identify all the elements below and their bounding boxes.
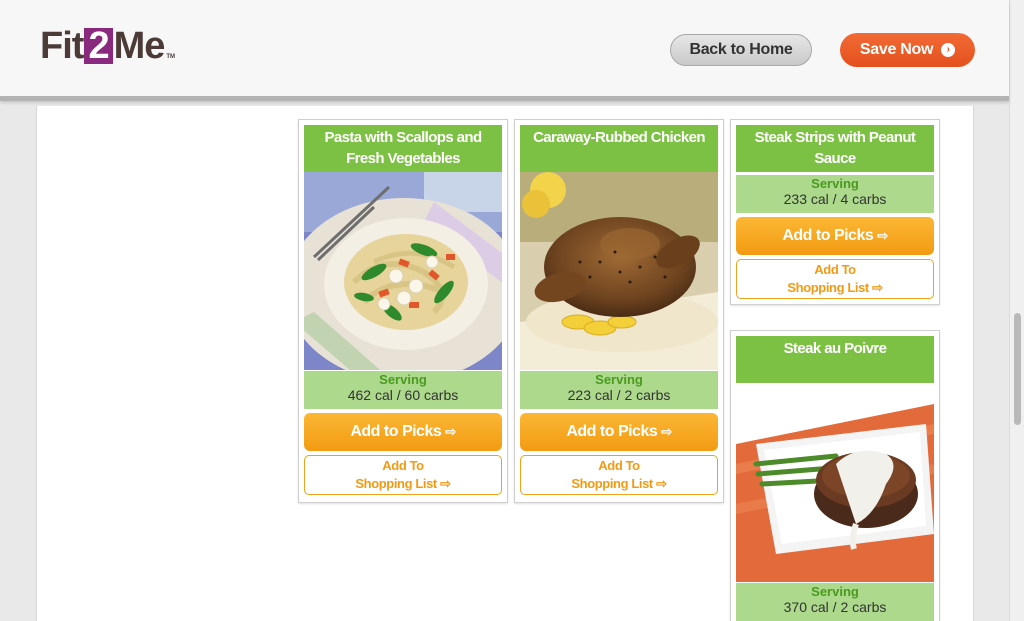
fit2me-logo[interactable]: Fit 2 Me TM bbox=[40, 24, 176, 67]
shopping-list-line2: Shopping List bbox=[355, 476, 437, 491]
logo-trademark: TM bbox=[166, 54, 176, 60]
add-to-picks-label: Add to Picks bbox=[566, 423, 658, 440]
add-to-picks-label: Add to Picks bbox=[782, 227, 874, 244]
serving-box: Serving 233 cal / 4 carbs bbox=[736, 175, 934, 213]
recipe-title[interactable]: Steak Strips with Peanut Sauce bbox=[736, 125, 934, 172]
add-to-shopping-list-button[interactable]: Add To Shopping List ⇨ bbox=[304, 455, 502, 495]
arrow-right-icon: ⇨ bbox=[661, 424, 672, 439]
add-to-shopping-list-button[interactable]: Add To Shopping List ⇨ bbox=[736, 259, 934, 299]
scrollbar-thumb[interactable] bbox=[1014, 313, 1021, 425]
recipe-title[interactable]: Steak au Poivre bbox=[736, 336, 934, 383]
save-now-button[interactable]: Save Now › bbox=[840, 33, 975, 67]
arrow-right-icon: ⇨ bbox=[445, 424, 456, 439]
serving-label: Serving bbox=[379, 372, 427, 387]
recipe-image[interactable] bbox=[304, 172, 502, 370]
chevron-right-circle-icon: › bbox=[941, 43, 956, 57]
serving-nutrition: 223 cal / 2 carbs bbox=[567, 387, 671, 403]
serving-label: Serving bbox=[811, 176, 859, 191]
serving-box: Serving 462 cal / 60 carbs bbox=[304, 371, 502, 409]
recipe-card: Steak Strips with Peanut Sauce Serving 2… bbox=[730, 119, 940, 305]
page-scrollbar[interactable] bbox=[1009, 0, 1024, 621]
roast-chicken-photo bbox=[520, 172, 718, 370]
site-header: Fit 2 Me TM Back to Home Save Now › bbox=[0, 0, 1009, 101]
arrow-right-icon: ⇨ bbox=[877, 228, 888, 243]
shopping-list-line1: Add To bbox=[382, 458, 424, 473]
recipe-image[interactable] bbox=[736, 384, 934, 582]
shopping-list-line1: Add To bbox=[814, 262, 856, 277]
back-to-home-label: Back to Home bbox=[689, 41, 793, 58]
add-to-picks-label: Add to Picks bbox=[350, 423, 442, 440]
recipe-title[interactable]: Pasta with Scallops and Fresh Vegetables bbox=[304, 125, 502, 172]
add-to-picks-button[interactable]: Add to Picks ⇨ bbox=[736, 217, 934, 255]
shopping-list-line2: Shopping List bbox=[571, 476, 653, 491]
recipe-image[interactable] bbox=[520, 172, 718, 370]
serving-box: Serving 370 cal / 2 carbs bbox=[736, 583, 934, 621]
recipe-title[interactable]: Caraway-Rubbed Chicken bbox=[520, 125, 718, 172]
logo-text-fit: Fit bbox=[40, 24, 84, 67]
serving-label: Serving bbox=[595, 372, 643, 387]
shopping-list-line1: Add To bbox=[598, 458, 640, 473]
logo-text-two: 2 bbox=[84, 27, 113, 65]
save-now-label: Save Now bbox=[859, 41, 934, 58]
steak-au-poivre-photo bbox=[736, 384, 934, 582]
recipe-card: Steak au Poivre Serving 370 cal / 2 carb… bbox=[730, 330, 940, 621]
recipe-card: Pasta with Scallops and Fresh Vegetables bbox=[298, 119, 508, 503]
pasta-scallops-photo bbox=[304, 172, 502, 370]
serving-nutrition: 233 cal / 4 carbs bbox=[783, 191, 887, 207]
serving-box: Serving 223 cal / 2 carbs bbox=[520, 371, 718, 409]
recipe-card: Caraway-Rubbed Chicken Serving 223 cal /… bbox=[514, 119, 724, 503]
add-to-picks-button[interactable]: Add to Picks ⇨ bbox=[304, 413, 502, 451]
arrow-right-icon: ⇨ bbox=[440, 476, 451, 491]
serving-nutrition: 370 cal / 2 carbs bbox=[783, 599, 887, 615]
serving-nutrition: 462 cal / 60 carbs bbox=[347, 387, 459, 403]
serving-label: Serving bbox=[811, 584, 859, 599]
add-to-picks-button[interactable]: Add to Picks ⇨ bbox=[520, 413, 718, 451]
arrow-right-icon: ⇨ bbox=[872, 280, 883, 295]
back-to-home-button[interactable]: Back to Home bbox=[670, 34, 812, 66]
arrow-right-icon: ⇨ bbox=[656, 476, 667, 491]
shopping-list-line2: Shopping List bbox=[787, 280, 869, 295]
logo-text-me: Me bbox=[113, 24, 166, 67]
add-to-shopping-list-button[interactable]: Add To Shopping List ⇨ bbox=[520, 455, 718, 495]
